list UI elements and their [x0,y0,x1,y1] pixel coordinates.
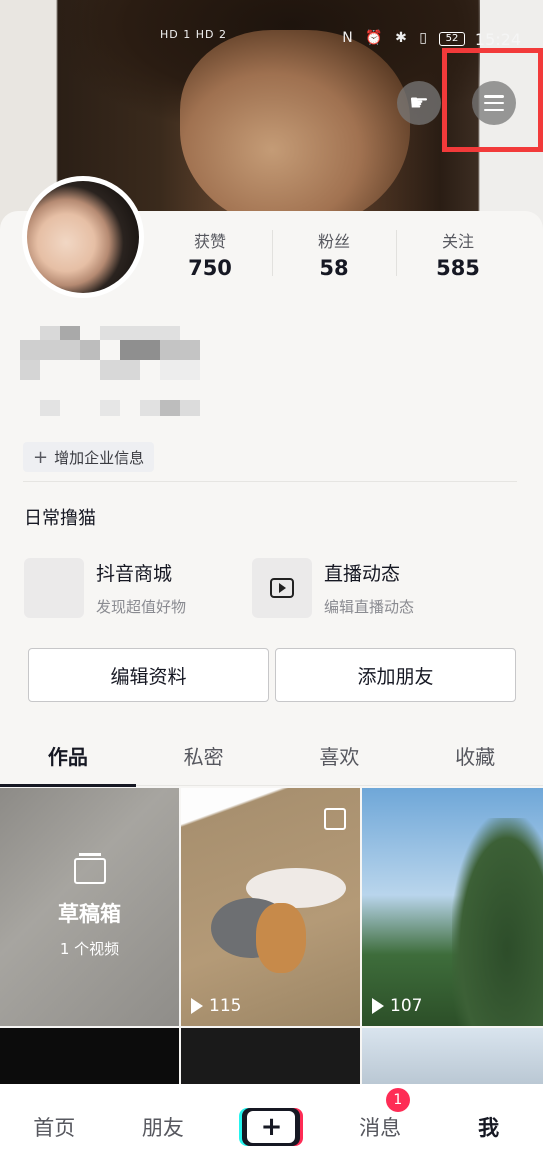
notification-badge: 1 [385,1088,410,1112]
add-friends-button[interactable]: 添加朋友 [275,648,516,702]
profile-stats: 获赞 750 粉丝 58 关注 585 [148,228,543,280]
tab-favorites[interactable]: 收藏 [407,732,543,785]
feature-subtitle: 发现超值好物 [96,598,187,616]
add-business-label: 增加企业信息 [54,448,145,467]
shop-icon [24,558,84,618]
tv-icon [252,558,312,618]
video-tile[interactable] [181,1028,360,1088]
view-count-value: 107 [390,996,423,1016]
pointing-hand-icon: ☛ [409,90,429,116]
add-business-info-button[interactable]: + 增加企业信息 [23,442,155,472]
tab-works[interactable]: 作品 [0,732,136,787]
drafts-box-icon [73,853,106,884]
stat-label: 关注 [441,232,474,251]
view-count: 107 [372,996,422,1016]
profile-tabs: 作品 私密 喜欢 收藏 [0,732,543,787]
feature-subtitle: 编辑直播动态 [324,598,415,616]
avatar[interactable] [22,176,144,298]
nav-messages-label: 消息 [359,1116,402,1140]
divider [23,481,517,482]
stat-followers[interactable]: 粉丝 58 [272,228,396,280]
highlight-box [442,48,543,152]
stat-label: 粉丝 [317,232,350,251]
stat-value: 58 [319,256,349,280]
play-icon [372,998,384,1014]
bio-text: 日常撸猫 [24,508,96,529]
stat-following[interactable]: 关注 585 [396,228,520,280]
nav-friends[interactable]: 朋友 [109,1112,218,1142]
stat-label: 获赞 [193,232,226,251]
drafts-subtitle: 1 个视频 [59,940,120,958]
drafts-title: 草稿箱 [58,902,121,926]
view-count-value: 115 [209,996,242,1016]
pointing-hand-button[interactable]: ☛ [397,81,441,125]
bottom-nav: 首页 朋友 + 消息 1 我 [0,1084,543,1170]
header-photo-face [180,30,410,230]
feature-title: 直播动态 [324,563,401,585]
video-tile[interactable]: 107 [362,788,543,1026]
battery-icon: 52 [439,32,465,46]
view-count: 115 [191,996,241,1016]
feature-shop[interactable]: 抖音商城 发现超值好物 [24,558,186,618]
play-icon [191,998,203,1014]
video-tile[interactable] [362,1028,543,1088]
nav-me[interactable]: 我 [434,1112,543,1142]
stat-likes[interactable]: 获赞 750 [148,228,272,280]
signal-indicator: HD 1 HD 2 [160,28,227,41]
nav-create[interactable]: + [217,1108,326,1146]
drafts-tile[interactable]: 草稿箱 1 个视频 [0,788,179,1026]
stat-value: 750 [188,256,232,280]
tab-likes[interactable]: 喜欢 [272,732,408,785]
feature-live[interactable]: 直播动态 编辑直播动态 [252,558,414,618]
status-time: 15:24 [474,30,521,49]
edit-profile-button[interactable]: 编辑资料 [28,648,269,702]
nav-messages[interactable]: 消息 1 [326,1088,435,1142]
multi-image-icon [324,808,346,830]
tab-private[interactable]: 私密 [136,732,272,785]
feature-title: 抖音商城 [96,563,173,585]
status-icons: N ⏰ ✱ ▯ [342,30,431,46]
nav-home[interactable]: 首页 [0,1112,109,1142]
video-tile[interactable] [0,1028,179,1088]
create-button[interactable]: + [242,1108,301,1146]
stat-value: 585 [436,256,480,280]
plus-icon: + [33,446,49,468]
plus-icon: + [247,1111,296,1143]
video-tile[interactable]: 115 [181,788,360,1026]
